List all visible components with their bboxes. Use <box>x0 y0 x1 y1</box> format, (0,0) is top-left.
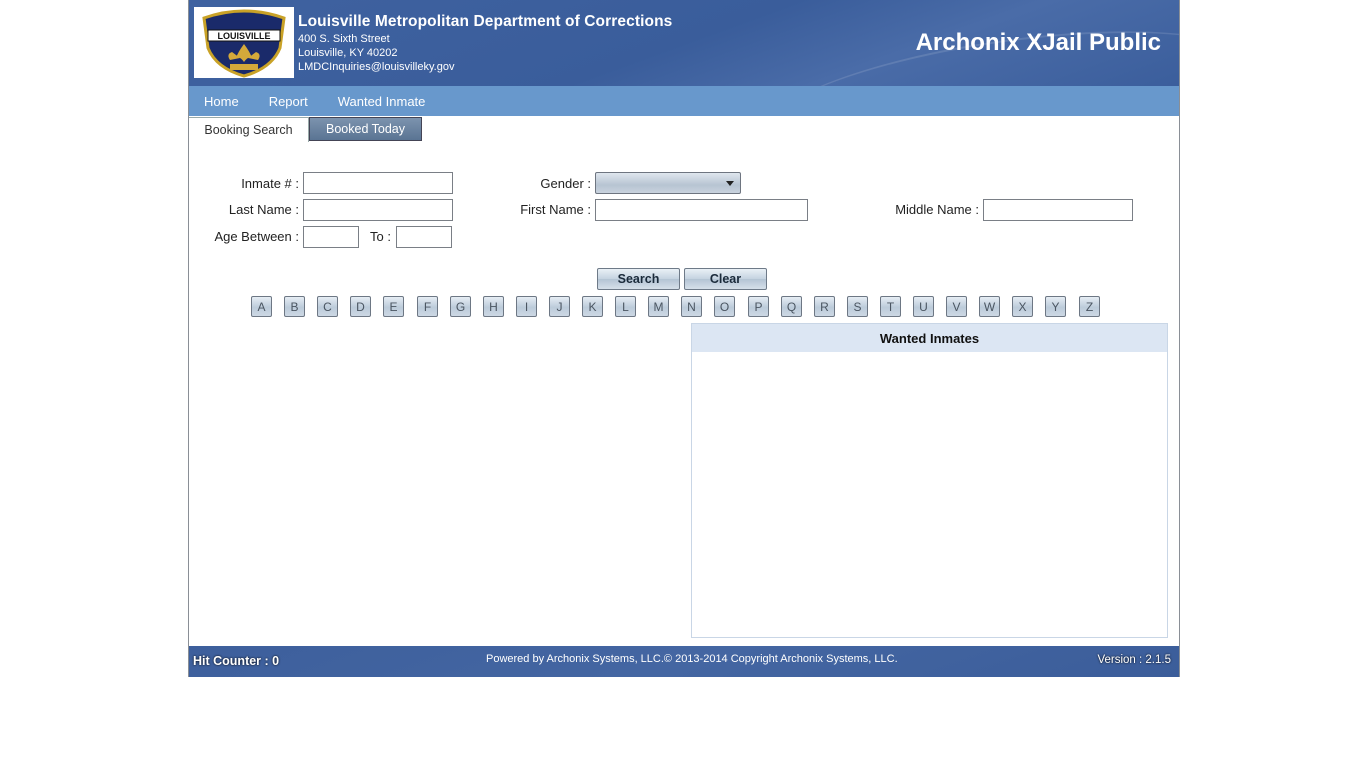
search-button[interactable]: Search <box>597 268 680 290</box>
clear-button[interactable]: Clear <box>684 268 767 290</box>
letter-button-e[interactable]: E <box>383 296 404 317</box>
inmate-number-input[interactable] <box>303 172 453 194</box>
last-name-label: Last Name : <box>228 202 299 217</box>
letter-button-j[interactable]: J <box>549 296 570 317</box>
inmate-number-label: Inmate # : <box>241 176 299 191</box>
gender-label: Gender : <box>540 176 591 191</box>
badge-shield-icon: LOUISVILLE <box>202 9 286 78</box>
letter-button-w[interactable]: W <box>979 296 1000 317</box>
page-frame: LOUISVILLE Louisville Metropolitan Depar… <box>188 0 1180 677</box>
letter-button-q[interactable]: Q <box>781 296 802 317</box>
contact-email: LMDCInquiries@louisvilleky.gov <box>298 61 455 73</box>
corrections-badge-logo-icon: LOUISVILLE <box>194 7 294 78</box>
wanted-inmates-panel: Wanted Inmates <box>691 323 1168 638</box>
letter-button-g[interactable]: G <box>450 296 471 317</box>
logo-text: LOUISVILLE <box>217 31 270 41</box>
letter-button-c[interactable]: C <box>317 296 338 317</box>
letter-button-l[interactable]: L <box>615 296 636 317</box>
powered-by-text: Powered by Archonix Systems, LLC.© 2013-… <box>486 653 898 665</box>
letter-button-n[interactable]: N <box>681 296 702 317</box>
middle-name-label: Middle Name : <box>895 202 979 217</box>
wanted-inmates-title: Wanted Inmates <box>692 324 1167 352</box>
letter-button-v[interactable]: V <box>946 296 967 317</box>
letter-button-k[interactable]: K <box>582 296 603 317</box>
letter-button-z[interactable]: Z <box>1079 296 1100 317</box>
letter-button-f[interactable]: F <box>417 296 438 317</box>
app-title: Archonix XJail Public <box>915 29 1161 56</box>
middle-name-input[interactable] <box>983 199 1133 221</box>
address-line-1: 400 S. Sixth Street <box>298 33 390 45</box>
letter-button-d[interactable]: D <box>350 296 371 317</box>
main-nav: Home Report Wanted Inmate <box>189 86 1179 116</box>
age-between-label: Age Between : <box>214 229 299 244</box>
letter-button-a[interactable]: A <box>251 296 272 317</box>
letter-button-t[interactable]: T <box>880 296 901 317</box>
header-banner: LOUISVILLE Louisville Metropolitan Depar… <box>189 0 1179 86</box>
version-text: Version : 2.1.5 <box>1097 654 1171 666</box>
age-to-label: To : <box>370 229 391 244</box>
footer-bar: Hit Counter : 0 Powered by Archonix Syst… <box>189 646 1179 677</box>
alphabet-filter: ABCDEFGHIJKLMNOPQRSTUVWXYZ <box>251 296 1111 318</box>
letter-button-x[interactable]: X <box>1012 296 1033 317</box>
letter-button-y[interactable]: Y <box>1045 296 1066 317</box>
letter-button-o[interactable]: O <box>714 296 735 317</box>
nav-wanted-inmate[interactable]: Wanted Inmate <box>338 94 426 109</box>
address-line-2: Louisville, KY 40202 <box>298 47 398 59</box>
nav-report[interactable]: Report <box>269 94 308 109</box>
nav-home[interactable]: Home <box>204 94 239 109</box>
age-from-input[interactable] <box>303 226 359 248</box>
dropdown-arrow-icon <box>726 181 734 186</box>
last-name-input[interactable] <box>303 199 453 221</box>
letter-button-p[interactable]: P <box>748 296 769 317</box>
letter-button-s[interactable]: S <box>847 296 868 317</box>
letter-button-i[interactable]: I <box>516 296 537 317</box>
org-name: Louisville Metropolitan Department of Co… <box>298 13 673 30</box>
first-name-label: First Name : <box>520 202 591 217</box>
tab-booked-today[interactable]: Booked Today <box>309 117 422 141</box>
hit-counter: Hit Counter : 0 <box>193 654 280 668</box>
tab-booking-search[interactable]: Booking Search <box>189 117 309 142</box>
letter-button-m[interactable]: M <box>648 296 669 317</box>
first-name-input[interactable] <box>595 199 808 221</box>
age-to-input[interactable] <box>396 226 452 248</box>
organization-info: Louisville Metropolitan Department of Co… <box>298 12 672 74</box>
letter-button-b[interactable]: B <box>284 296 305 317</box>
letter-button-r[interactable]: R <box>814 296 835 317</box>
letter-button-h[interactable]: H <box>483 296 504 317</box>
letter-button-u[interactable]: U <box>913 296 934 317</box>
gender-select[interactable] <box>595 172 741 194</box>
tab-bar: Booking Search Booked Today <box>189 117 422 142</box>
